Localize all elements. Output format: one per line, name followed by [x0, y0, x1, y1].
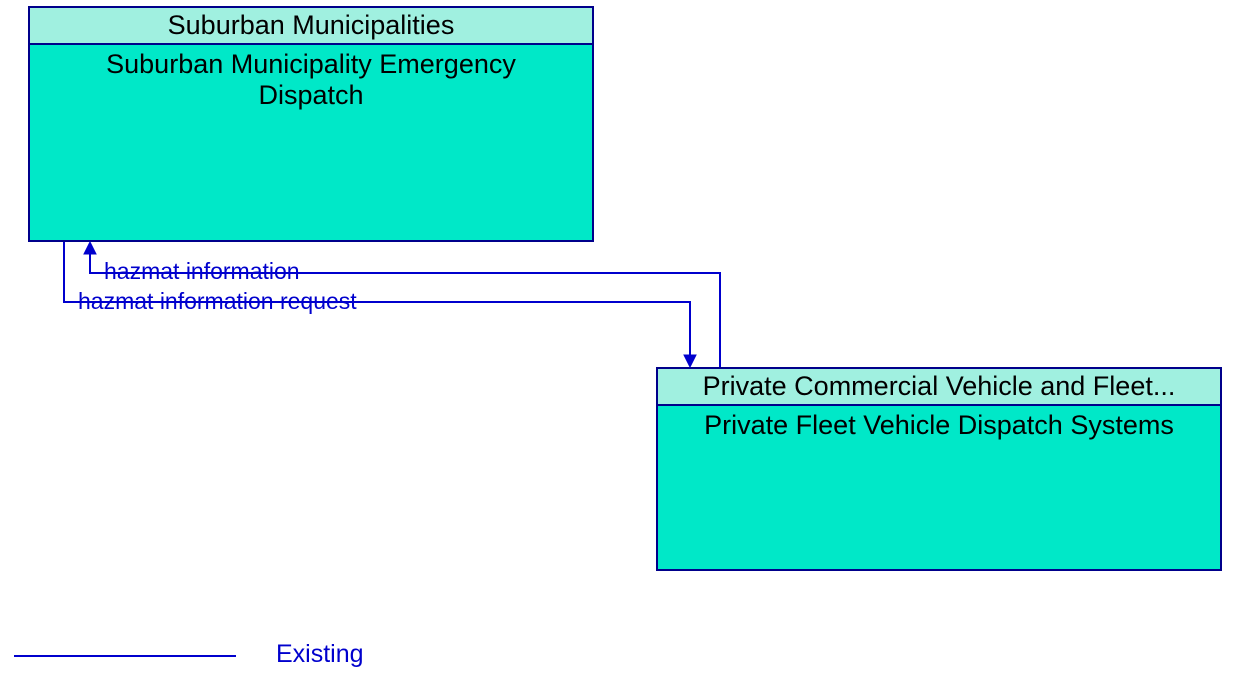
- flow-hazmat-info-arrowhead: [84, 242, 96, 254]
- entity-private-fleet-body: Private Fleet Vehicle Dispatch Systems: [658, 406, 1220, 441]
- legend-existing-label: Existing: [276, 640, 364, 669]
- entity-suburban: Suburban Municipalities Suburban Municip…: [28, 6, 594, 242]
- flow-label-hazmat-req: hazmat information request: [78, 288, 357, 315]
- diagram-canvas: Suburban Municipalities Suburban Municip…: [0, 0, 1252, 688]
- entity-suburban-header: Suburban Municipalities: [30, 8, 592, 45]
- entity-suburban-body: Suburban Municipality Emergency Dispatch: [30, 45, 592, 111]
- flow-hazmat-req-arrowhead: [684, 355, 696, 367]
- entity-private-fleet: Private Commercial Vehicle and Fleet... …: [656, 367, 1222, 571]
- legend-existing-line: [14, 655, 236, 657]
- flow-label-hazmat-info: hazmat information: [104, 258, 300, 285]
- entity-private-fleet-header: Private Commercial Vehicle and Fleet...: [658, 369, 1220, 406]
